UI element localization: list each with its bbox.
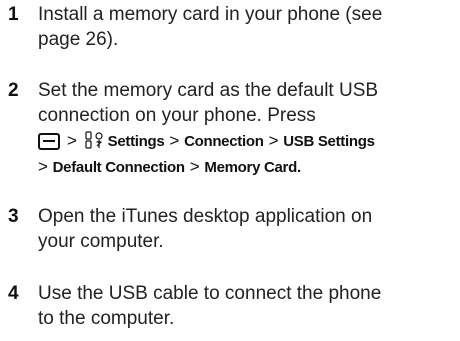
- step-text-line: connection on your phone. Press: [38, 105, 316, 126]
- menu-key-icon: [38, 133, 60, 150]
- step-text: Use the USB cable to connect the phone t…: [38, 281, 456, 331]
- step-text-line: Open the iTunes desktop application on: [38, 206, 373, 227]
- path-separator: >: [67, 131, 77, 150]
- step-text: Install a memory card in your phone (see…: [38, 2, 456, 52]
- menu-path-line-1: > Settings > Connection > USB Settings: [38, 128, 456, 154]
- step-text: Open the iTunes desktop application on y…: [38, 204, 456, 254]
- path-end-period: .: [296, 159, 301, 176]
- step-text: Set the memory card as the default USB c…: [38, 78, 456, 180]
- step-text-line: to the computer.: [38, 308, 175, 329]
- path-item-memory-card: Memory Card: [204, 159, 297, 176]
- step-text-line: Use the USB cable to connect the phone: [38, 283, 382, 304]
- path-item-usb-settings: USB Settings: [283, 133, 375, 150]
- path-separator: >: [268, 131, 279, 150]
- step-text-line: Set the memory card as the default USB: [38, 80, 379, 101]
- menu-path-line-2: > Default Connection > Memory Card.: [38, 154, 456, 180]
- step-text-line: your computer.: [38, 231, 164, 252]
- step-text-line: Install a memory card in your phone (see: [38, 4, 383, 25]
- path-item-settings: Settings: [107, 133, 165, 150]
- path-separator: >: [169, 131, 180, 150]
- step-number: 2: [8, 80, 19, 101]
- path-item-connection: Connection: [184, 133, 264, 150]
- step-number: 1: [8, 4, 19, 25]
- path-separator: >: [38, 157, 48, 176]
- path-separator: >: [189, 157, 200, 176]
- settings-icon: [85, 131, 103, 149]
- step-text-line: page 26).: [38, 29, 119, 50]
- step-number: 4: [8, 283, 19, 304]
- path-item-default-connection: Default Connection: [52, 159, 185, 176]
- step-number: 3: [8, 206, 19, 227]
